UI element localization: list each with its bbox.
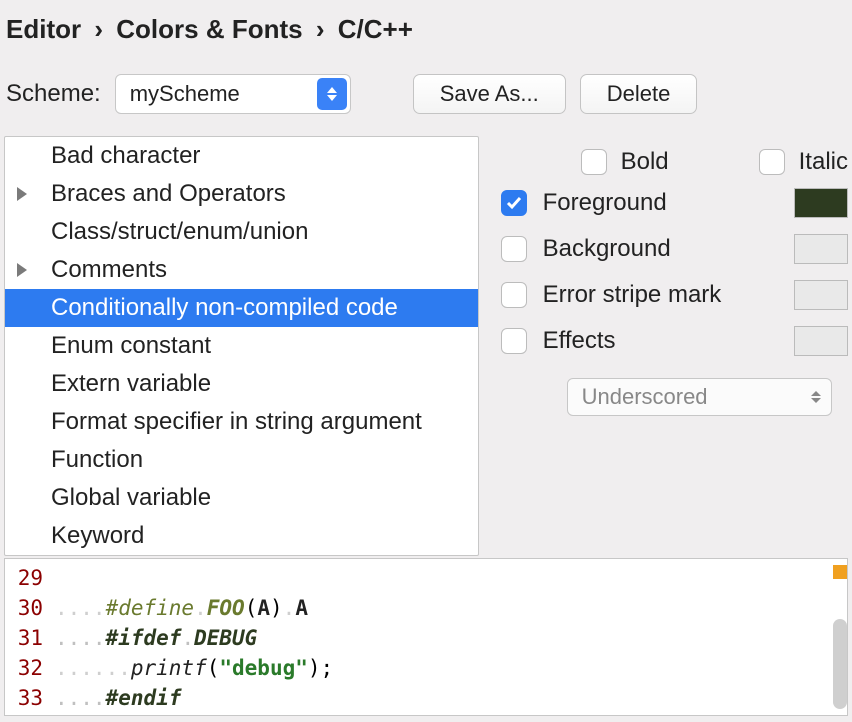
scrollbar-thumb[interactable] <box>833 619 847 709</box>
list-item-format-specifier[interactable]: Format specifier in string argument <box>5 403 478 441</box>
save-as-button[interactable]: Save As... <box>413 74 566 114</box>
list-item-conditionally-non-compiled[interactable]: Conditionally non-compiled code <box>5 289 478 327</box>
settings-panel: Editor › Colors & Fonts › C/C++ Scheme: … <box>0 0 852 722</box>
scheme-row: Scheme: myScheme Save As... Delete <box>0 74 852 114</box>
breadcrumb-seg-language: C/C++ <box>338 14 413 44</box>
error-stripe-label: Error stripe mark <box>543 281 722 309</box>
list-item-bad-character[interactable]: Bad character <box>5 137 478 175</box>
italic-checkbox[interactable] <box>759 149 785 175</box>
list-item-class-struct[interactable]: Class/struct/enum/union <box>5 213 478 251</box>
code-area[interactable]: ....#define.FOO(A).A ....#ifdef.DEBUG ..… <box>49 559 847 715</box>
background-label: Background <box>543 235 671 263</box>
breadcrumb-seg-editor[interactable]: Editor <box>6 14 81 44</box>
background-checkbox[interactable] <box>501 236 527 262</box>
line-number: 30 <box>5 593 43 623</box>
list-item-function[interactable]: Function <box>5 441 478 479</box>
line-number: 31 <box>5 623 43 653</box>
line-number: 32 <box>5 653 43 683</box>
breadcrumb-separator: › <box>310 14 331 44</box>
effects-checkbox[interactable] <box>501 328 527 354</box>
list-item-enum-constant[interactable]: Enum constant <box>5 327 478 365</box>
delete-button[interactable]: Delete <box>580 74 698 114</box>
line-number: 33 <box>5 683 43 713</box>
line-number: 29 <box>5 563 43 593</box>
effects-type-value: Underscored <box>582 384 708 410</box>
breadcrumb-separator: › <box>88 14 109 44</box>
code-preview: 29 30 31 32 33 ....#define.FOO(A).A ....… <box>4 558 848 716</box>
bold-label: Bold <box>621 148 669 176</box>
list-item-extern-variable[interactable]: Extern variable <box>5 365 478 403</box>
dropdown-caret-icon <box>811 391 821 403</box>
breadcrumb-seg-colors-fonts[interactable]: Colors & Fonts <box>116 14 302 44</box>
effects-color-swatch[interactable] <box>794 326 848 356</box>
foreground-label: Foreground <box>543 189 667 217</box>
attributes-listbox[interactable]: Bad character Braces and Operators Class… <box>4 136 479 556</box>
background-color-swatch[interactable] <box>794 234 848 264</box>
list-item-braces-operators[interactable]: Braces and Operators <box>5 175 478 213</box>
dropdown-caret-icon <box>317 78 347 110</box>
list-item-keyword[interactable]: Keyword <box>5 517 478 555</box>
error-stripe-marker-icon[interactable] <box>833 565 847 579</box>
italic-label: Italic <box>799 148 848 176</box>
breadcrumb: Editor › Colors & Fonts › C/C++ <box>0 0 852 52</box>
list-item-comments[interactable]: Comments <box>5 251 478 289</box>
error-stripe-checkbox[interactable] <box>501 282 527 308</box>
scheme-label: Scheme: <box>6 80 101 108</box>
foreground-color-swatch[interactable] <box>794 188 848 218</box>
bold-checkbox[interactable] <box>581 149 607 175</box>
scheme-value: myScheme <box>130 81 240 107</box>
foreground-checkbox[interactable] <box>501 190 527 216</box>
scheme-select[interactable]: myScheme <box>115 74 351 114</box>
effects-type-select[interactable]: Underscored <box>567 378 832 416</box>
effects-label: Effects <box>543 327 616 355</box>
attribute-controls: Bold Italic Foreground <box>489 136 848 556</box>
error-stripe-color-swatch[interactable] <box>794 280 848 310</box>
list-item-global-variable[interactable]: Global variable <box>5 479 478 517</box>
gutter: 29 30 31 32 33 <box>5 559 49 715</box>
